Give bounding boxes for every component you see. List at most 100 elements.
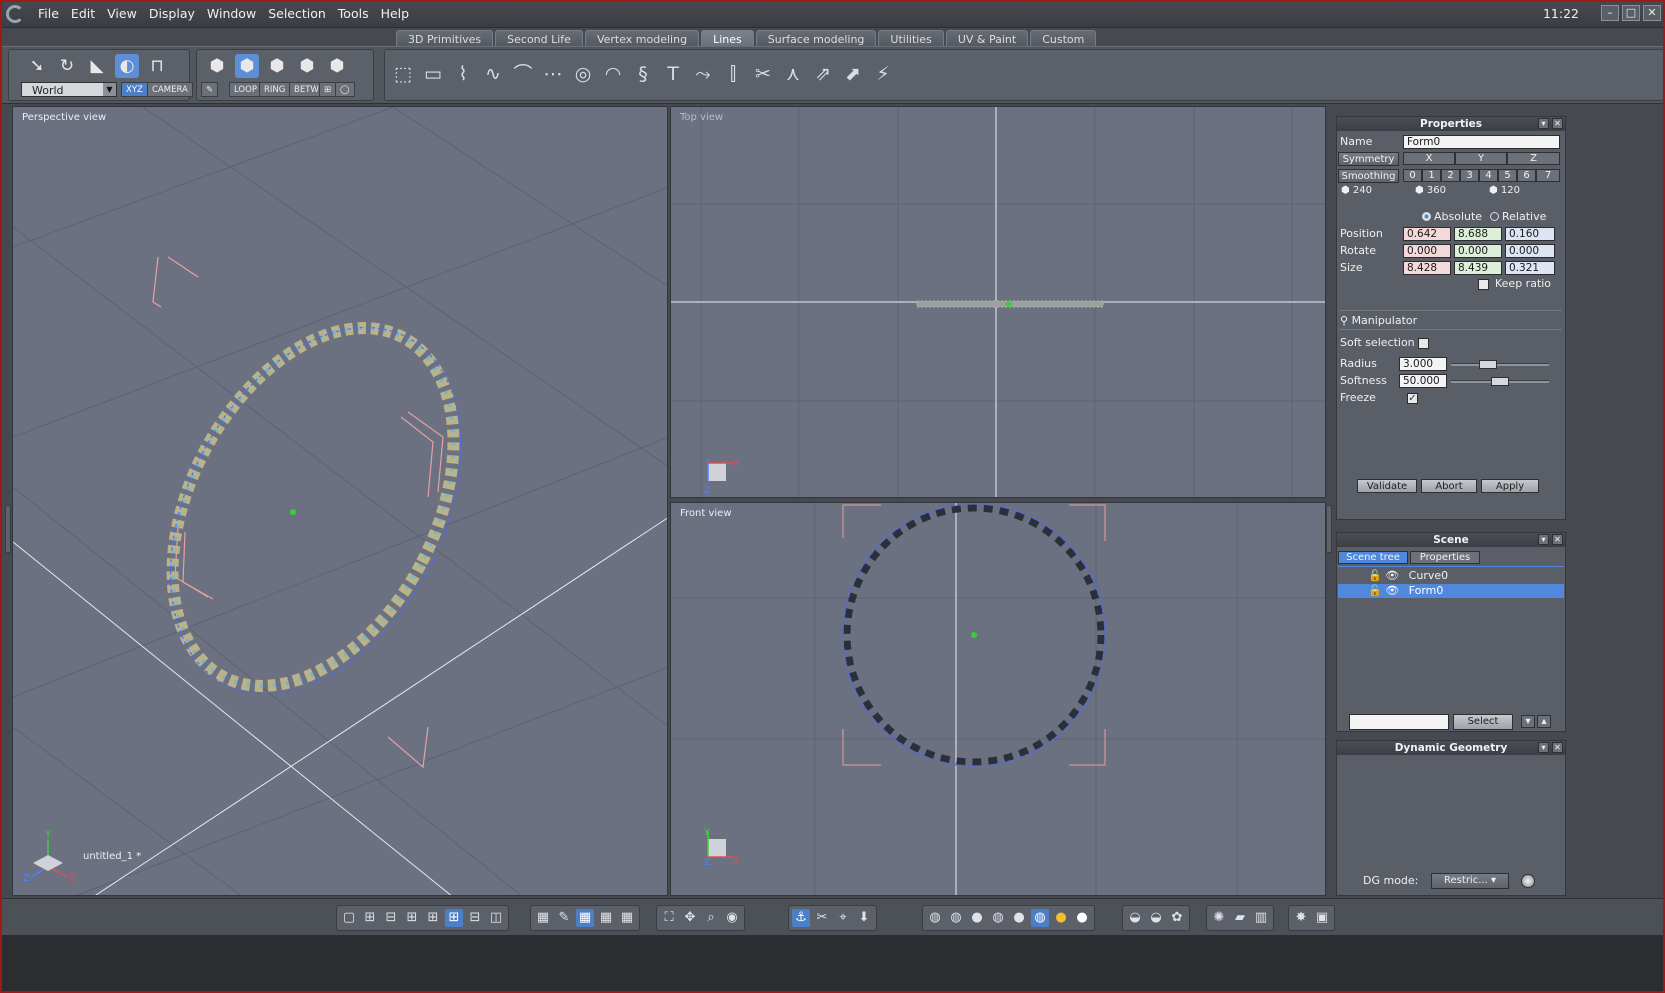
- panel-menu-icon[interactable]: ▾: [1538, 742, 1549, 753]
- clamp-icon[interactable]: ⌖: [834, 909, 852, 927]
- tab-uv-paint[interactable]: UV & Paint: [945, 30, 1029, 47]
- radius-field[interactable]: 3.000: [1399, 357, 1447, 371]
- apply-button[interactable]: Apply: [1481, 479, 1539, 493]
- zoom-icon[interactable]: ⌕: [702, 909, 720, 927]
- vertex-cube-icon[interactable]: ⬢: [295, 54, 319, 78]
- manipulator-header[interactable]: ⚲ Manipulator: [1340, 314, 1417, 327]
- edge-cube-icon[interactable]: ⬢: [265, 54, 289, 78]
- position-x-field[interactable]: 0.642: [1403, 227, 1451, 241]
- panel-close-icon[interactable]: ✕: [1552, 118, 1563, 129]
- extrude-icon[interactable]: ⇗: [809, 60, 837, 88]
- symmetry-button[interactable]: Symmetry: [1338, 152, 1399, 166]
- radius-slider-thumb[interactable]: [1479, 360, 1497, 369]
- smoothing-button[interactable]: Smoothing: [1338, 169, 1399, 183]
- absolute-radio[interactable]: Absolute: [1422, 210, 1482, 223]
- tab-utilities[interactable]: Utilities: [878, 30, 944, 47]
- eye-icon[interactable]: 👁: [1385, 569, 1399, 582]
- panel-close-icon[interactable]: ✕: [1552, 534, 1563, 545]
- universal-manipulator-icon[interactable]: ◐: [115, 54, 139, 78]
- size-y-field[interactable]: 8.439: [1454, 261, 1502, 275]
- join-icon[interactable]: ⋏: [779, 60, 807, 88]
- symmetry-x[interactable]: X: [1403, 152, 1455, 165]
- lock-icon[interactable]: 🔓: [1368, 584, 1382, 597]
- left-panel-handle[interactable]: [5, 505, 11, 553]
- panel-close-icon[interactable]: ✕: [1552, 742, 1563, 753]
- grid-toggle-icon[interactable]: ▦: [576, 909, 594, 927]
- freeze-checkbox[interactable]: ✓: [1407, 393, 1418, 404]
- color-sphere-icon[interactable]: ●: [1052, 909, 1070, 927]
- rectangle-icon[interactable]: ▭: [419, 60, 447, 88]
- lightning-icon[interactable]: ⚡: [869, 60, 897, 88]
- frame-all-icon[interactable]: ⛶: [660, 909, 678, 927]
- smooth-sphere-icon[interactable]: ●: [1010, 909, 1028, 927]
- loop-button[interactable]: LOOP: [229, 82, 262, 97]
- layout-three-icon[interactable]: ⊞: [403, 909, 421, 927]
- curve-icon[interactable]: ∿: [479, 60, 507, 88]
- grow-select-icon[interactable]: ⊞: [319, 82, 337, 97]
- smoothing-6[interactable]: 6: [1517, 169, 1536, 182]
- grid-red-icon[interactable]: ▦: [597, 909, 615, 927]
- tab-scene-properties[interactable]: Properties: [1410, 551, 1480, 564]
- menu-display[interactable]: Display: [143, 6, 201, 21]
- stamp-icon[interactable]: ⬇: [855, 909, 873, 927]
- lasso-icon[interactable]: ◯: [335, 82, 355, 97]
- white-sphere-icon[interactable]: ●: [1073, 909, 1091, 927]
- circle-icon[interactable]: ◎: [569, 60, 597, 88]
- wireframe-sphere-icon[interactable]: ◍: [926, 909, 944, 927]
- menu-file[interactable]: File: [32, 6, 65, 21]
- smoothing-2[interactable]: 2: [1441, 169, 1460, 182]
- dg-status-icon[interactable]: [1521, 874, 1535, 888]
- keep-ratio-checkbox[interactable]: [1478, 279, 1489, 290]
- tab-custom[interactable]: Custom: [1030, 30, 1097, 47]
- space-select[interactable]: World ▼: [21, 82, 117, 97]
- menu-window[interactable]: Window: [201, 6, 262, 21]
- smoothing-5[interactable]: 5: [1498, 169, 1517, 182]
- smoothing-0[interactable]: 0: [1403, 169, 1422, 182]
- layout-hsplit-icon[interactable]: ⊟: [466, 909, 484, 927]
- position-z-field[interactable]: 0.160: [1505, 227, 1555, 241]
- objects-icon[interactable]: ◒: [1126, 909, 1144, 927]
- lock-icon[interactable]: 🔓: [1368, 569, 1382, 582]
- symmetry-z[interactable]: Z: [1507, 152, 1560, 165]
- layout-top-split-icon[interactable]: ⊟: [382, 909, 400, 927]
- front-viewport[interactable]: Y X Z Front view: [670, 502, 1326, 896]
- menu-view[interactable]: View: [101, 6, 143, 21]
- multi-cube-icon[interactable]: ⬢: [325, 54, 349, 78]
- pan-icon[interactable]: ✥: [681, 909, 699, 927]
- name-field[interactable]: Form0: [1403, 135, 1560, 149]
- sphere-group-icon[interactable]: ◒: [1147, 909, 1165, 927]
- radius-slider[interactable]: [1451, 363, 1549, 366]
- mirror-icon[interactable]: ⫿: [719, 60, 747, 88]
- connect-icon[interactable]: ⤳: [689, 60, 717, 88]
- text-icon[interactable]: T: [659, 60, 687, 88]
- book-icon[interactable]: ▥: [1252, 909, 1270, 927]
- sun-icon[interactable]: ✺: [1210, 909, 1228, 927]
- menu-help[interactable]: Help: [375, 6, 416, 21]
- panel-menu-icon[interactable]: ▾: [1538, 534, 1549, 545]
- size-x-field[interactable]: 8.428: [1403, 261, 1451, 275]
- paint-grid-icon[interactable]: ✎: [555, 909, 573, 927]
- polyline-icon[interactable]: ⌇: [449, 60, 477, 88]
- layout-left-icon[interactable]: ⊞: [424, 909, 442, 927]
- brush-select-icon[interactable]: ✎: [201, 82, 219, 97]
- grid-sphere-icon[interactable]: ◍: [989, 909, 1007, 927]
- xyz-button[interactable]: XYZ: [121, 82, 148, 97]
- rotate-x-field[interactable]: 0.000: [1403, 244, 1451, 258]
- eye-icon[interactable]: 👁: [1385, 584, 1399, 597]
- soft-selection-checkbox[interactable]: [1418, 338, 1429, 349]
- size-z-field[interactable]: 0.321: [1505, 261, 1555, 275]
- rectangle-select-icon[interactable]: ⬚: [389, 60, 417, 88]
- menu-tools[interactable]: Tools: [332, 6, 375, 21]
- softness-field[interactable]: 50.000: [1399, 374, 1447, 388]
- pivot-point[interactable]: [1006, 301, 1012, 307]
- eye-icon[interactable]: ◉: [723, 909, 741, 927]
- tab-lines[interactable]: Lines: [701, 30, 754, 47]
- snap-icon[interactable]: ⚓: [792, 909, 810, 927]
- particles-icon[interactable]: ✿: [1168, 909, 1186, 927]
- layout-vsplit-icon[interactable]: ◫: [487, 909, 505, 927]
- tab-surface-modeling[interactable]: Surface modeling: [755, 30, 877, 47]
- scene-filter-input[interactable]: [1349, 714, 1449, 730]
- top-viewport[interactable]: X Z Top view: [670, 106, 1326, 498]
- abort-button[interactable]: Abort: [1421, 479, 1477, 493]
- grid-green-icon[interactable]: ▦: [618, 909, 636, 927]
